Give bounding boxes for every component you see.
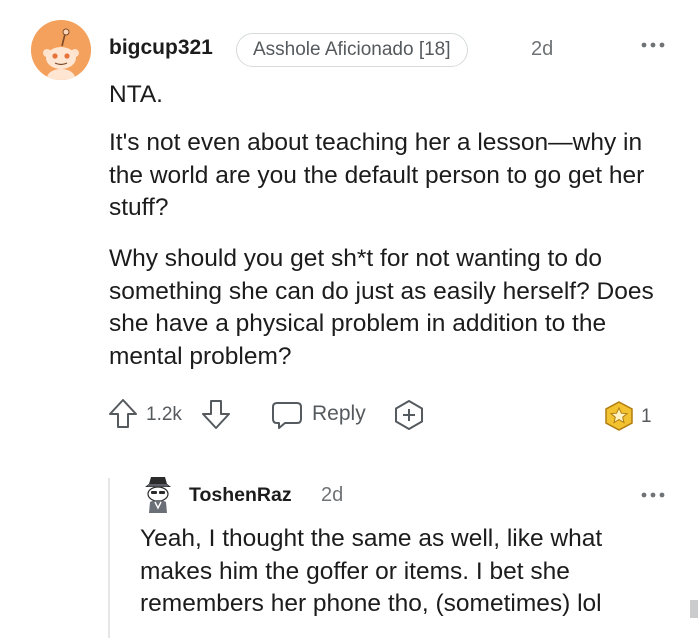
downvote-arrow-icon <box>202 400 230 429</box>
upvote-arrow-icon <box>109 399 137 428</box>
upvote-button[interactable] <box>108 398 138 430</box>
comment-paragraph-3: Why should you get sh*t for not wanting … <box>109 245 654 370</box>
comment-paragraph-2: It's not even about teaching her a lesso… <box>109 129 645 221</box>
reply-more-options-button[interactable] <box>640 488 666 506</box>
reply-user-avatar[interactable] <box>139 475 177 520</box>
gold-award-badge[interactable] <box>603 400 635 432</box>
comment-timestamp: 2d <box>531 38 554 60</box>
more-options-icon <box>641 492 665 498</box>
more-options-icon <box>641 42 665 48</box>
give-award-button[interactable] <box>393 399 425 431</box>
downvote-button[interactable] <box>201 398 231 430</box>
reply-text: Yeah, I thought the same as well, like w… <box>140 525 603 617</box>
reply-button[interactable]: Reply <box>271 398 371 432</box>
comment-username[interactable]: bigcup321 <box>109 36 213 60</box>
snoo-hat-avatar-icon <box>145 477 171 513</box>
speech-bubble-icon <box>272 402 302 429</box>
gold-award-icon <box>605 401 633 431</box>
award-count: 1 <box>641 406 652 427</box>
thread-line[interactable] <box>108 478 110 638</box>
user-avatar[interactable] <box>31 20 91 80</box>
comment-more-options-button[interactable] <box>640 38 666 56</box>
user-flair-badge: Asshole Aficionado [18] <box>236 33 468 67</box>
vote-count: 1.2k <box>146 404 182 425</box>
plus-award-icon <box>395 400 423 430</box>
comment-paragraph-1: NTA. <box>109 81 163 108</box>
reply-button-label: Reply <box>312 402 366 425</box>
scrollbar-thumb[interactable] <box>690 600 698 618</box>
snoo-avatar-icon <box>31 20 91 80</box>
reply-timestamp: 2d <box>321 484 344 506</box>
reply-username[interactable]: ToshenRaz <box>189 484 292 507</box>
